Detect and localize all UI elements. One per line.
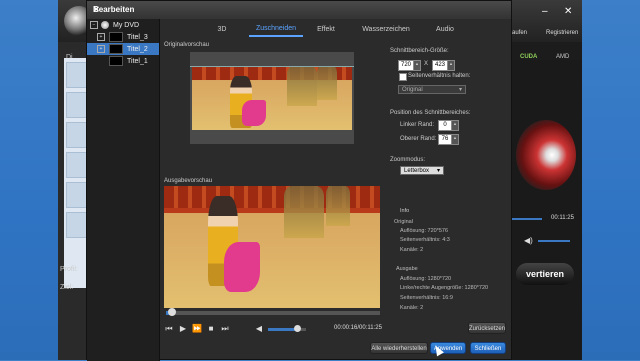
app-right-pane: vertieren: [510, 60, 582, 360]
crop-top-edge[interactable]: [190, 52, 354, 67]
disc-graphic: [516, 120, 576, 190]
tab-watermark[interactable]: Wasserzeichen: [349, 21, 423, 37]
fast-forward-icon[interactable]: ⏩: [192, 324, 202, 334]
left-margin-spinner[interactable]: ▲: [451, 120, 459, 131]
playback-time: 00:00:16/00:11:25: [334, 325, 382, 331]
original-preview: [190, 52, 354, 144]
out-eye-resolution: Linke/rechte Augengröße: 1280*720: [400, 285, 489, 291]
chevron-down-icon: ▾: [436, 168, 440, 174]
title-thumbnail: [109, 32, 123, 42]
zoom-dropdown[interactable]: Letterbox ▾: [400, 166, 444, 175]
original-preview-label: Originalvorschau: [164, 42, 210, 48]
out-ratio: Seitenverhältnis: 16:9: [400, 295, 453, 301]
size-separator: X: [424, 61, 429, 67]
close-icon[interactable]: ✕: [564, 6, 572, 17]
title-tree: − My DVD + Titel_3 + Titel_2 Titel_1: [87, 19, 160, 361]
keep-ratio-checkbox[interactable]: [399, 73, 407, 81]
height-spinner[interactable]: ▲: [447, 60, 455, 71]
crop-height-input[interactable]: 423: [432, 60, 448, 71]
info-heading: Info: [400, 208, 410, 214]
out-resolution: Auflösung: 1280*720: [400, 276, 452, 282]
ratio-value: Original: [402, 87, 423, 93]
output-heading: Ausgabe: [396, 266, 418, 272]
close-button[interactable]: Schließen: [470, 342, 506, 354]
volume-fill: [268, 328, 297, 331]
top-margin-label: Oberer Rand:: [400, 136, 437, 142]
buy-menu-item[interactable]: aufen: [512, 30, 527, 36]
volume-slider[interactable]: [268, 325, 306, 332]
volume-knob[interactable]: [293, 325, 301, 332]
app-time: 00:11:25: [551, 215, 574, 221]
expand-icon[interactable]: +: [97, 45, 105, 53]
tree-item-label: My DVD: [113, 21, 140, 29]
disc-icon: [101, 21, 109, 29]
dialog-titlebar: Bearbeiten ✕: [87, 1, 511, 19]
tab-3d[interactable]: 3D: [195, 21, 249, 37]
info-section: Info Original Auflösung: 720*576 Seitenv…: [394, 208, 506, 320]
left-margin-label: Linker Rand:: [400, 122, 435, 128]
zoom-value: Letterbox: [404, 168, 430, 174]
output-preview: [164, 186, 380, 308]
area-size-label: Schnittbereich-Größe:: [390, 48, 449, 54]
zoom-label: Zoommodus:: [390, 157, 426, 163]
position-label: Position des Schnittbereiches:: [390, 110, 471, 116]
output-video-frame: [164, 186, 380, 308]
reset-button[interactable]: Zurücksetzen: [468, 322, 506, 334]
tree-item-label: Titel_2: [127, 45, 148, 53]
tree-item-titel-2[interactable]: + Titel_2: [87, 43, 159, 55]
width-spinner[interactable]: ▲: [413, 60, 421, 71]
tab-effect[interactable]: Effekt: [303, 21, 349, 37]
tab-crop[interactable]: Zuschneiden: [249, 21, 303, 37]
play-icon[interactable]: ▶: [178, 324, 188, 334]
app-volume-slider[interactable]: [538, 240, 570, 242]
expand-icon[interactable]: +: [97, 33, 105, 41]
target-label: Ziel:: [60, 284, 74, 291]
expand-icon[interactable]: −: [90, 21, 98, 29]
tab-audio[interactable]: Audio: [423, 21, 467, 37]
orig-resolution: Auflösung: 720*576: [400, 228, 449, 234]
output-preview-label: Ausgabevorschau: [164, 178, 213, 184]
tree-item-label: Titel_3: [127, 33, 148, 41]
profile-label: Profil:: [60, 266, 78, 273]
title-thumbnail: [109, 44, 123, 54]
seek-knob[interactable]: [168, 308, 177, 316]
register-menu-item[interactable]: Registrieren: [546, 30, 578, 36]
orig-channels: Kanäle: 2: [400, 247, 424, 253]
volume-icon[interactable]: ◀): [524, 236, 533, 245]
chevron-down-icon: ▾: [458, 87, 462, 93]
skip-forward-icon[interactable]: ⏭: [220, 324, 230, 334]
out-channels: Kanäle: 2: [400, 305, 424, 311]
orig-ratio: Seitenverhältnis: 4:3: [400, 237, 450, 243]
original-heading: Original: [394, 219, 413, 225]
volume-icon[interactable]: ◀: [254, 324, 264, 334]
crop-width-input[interactable]: 720: [398, 60, 414, 71]
tree-item-titel-3[interactable]: + Titel_3: [87, 31, 159, 43]
title-thumbnail: [109, 56, 123, 66]
stop-icon[interactable]: ■: [206, 324, 216, 334]
dialog-close-icon[interactable]: ✕: [93, 5, 505, 14]
edit-tabs: 3D Zuschneiden Effekt Wasserzeichen Audi…: [161, 21, 511, 37]
minimize-icon[interactable]: –: [542, 6, 548, 17]
restore-all-button[interactable]: Alle wiederherstellen: [370, 342, 428, 354]
keep-ratio-label: Seitenverhältnis halten:: [408, 73, 471, 79]
skip-back-icon[interactable]: ⏮: [164, 324, 174, 334]
left-margin-input[interactable]: 0: [438, 120, 452, 131]
convert-button[interactable]: vertieren: [516, 263, 574, 285]
tree-item-titel-1[interactable]: Titel_1: [87, 55, 159, 67]
ratio-dropdown[interactable]: Original ▾: [398, 85, 466, 94]
tree-item-label: Titel_1: [127, 57, 148, 65]
seek-bar[interactable]: [166, 308, 380, 316]
top-margin-input[interactable]: 76: [438, 134, 452, 145]
top-margin-spinner[interactable]: ▲: [451, 134, 459, 145]
tree-item-my-dvd[interactable]: − My DVD: [87, 19, 159, 31]
original-video-frame: [192, 66, 352, 130]
app-progress-bar: [512, 218, 542, 220]
